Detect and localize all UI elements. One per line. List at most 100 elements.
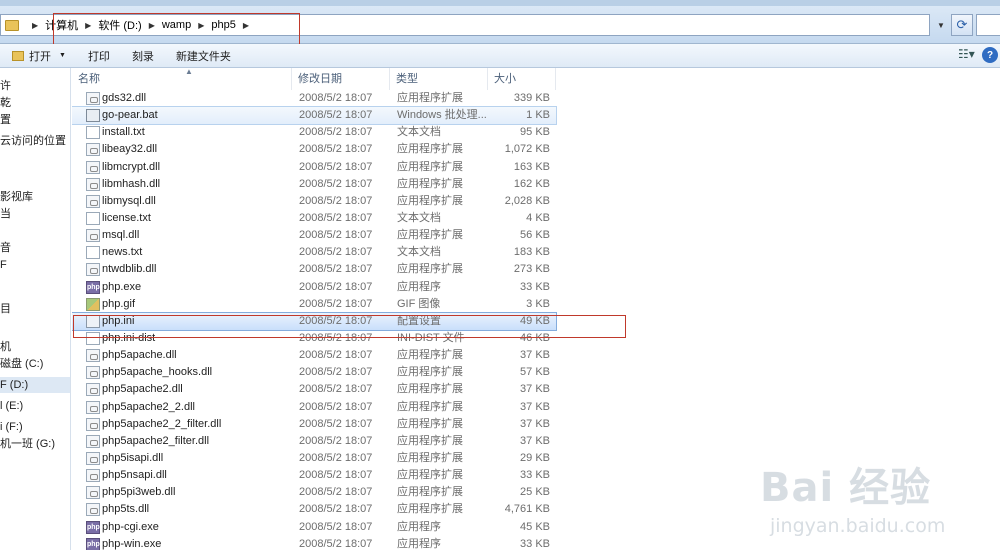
print-button[interactable]: 打印 — [88, 48, 110, 64]
dll-icon — [86, 194, 100, 208]
file-size: 37 KB — [520, 383, 550, 396]
dll-icon — [86, 366, 100, 380]
file-row[interactable]: php php-win.exe 2008/5/2 18:07 应用程序 33 KB — [72, 536, 556, 550]
file-row[interactable]: license.txt 2008/5/2 18:07 文本文档 4 KB — [72, 210, 556, 227]
file-name: php5apache2_2_filter.dll — [102, 417, 222, 430]
file-size: 25 KB — [520, 486, 550, 499]
file-name: php5ts.dll — [102, 503, 150, 516]
highlight-box-php-ini — [73, 315, 626, 338]
file-name: ntwdblib.dll — [102, 263, 157, 276]
nav-item[interactable]: 影视库 — [0, 189, 33, 205]
search-input[interactable] — [976, 14, 1000, 36]
file-modified-date: 2008/5/2 18:07 — [299, 503, 373, 516]
file-name: libmysql.dll — [102, 194, 156, 207]
nav-item[interactable]: 许 — [0, 78, 11, 94]
file-size: 45 KB — [520, 520, 550, 533]
file-row[interactable]: php5apache2_2.dll 2008/5/2 18:07 应用程序扩展 37 … — [72, 399, 556, 416]
file-row[interactable]: go-pear.bat 2008/5/2 18:07 Windows 批处理... 1… — [72, 106, 557, 126]
file-modified-date: 2008/5/2 18:07 — [299, 280, 373, 293]
breadcrumb-separator-icon[interactable]: ▶ — [32, 21, 38, 30]
file-size: 163 KB — [513, 160, 550, 173]
highlight-box-address — [53, 13, 300, 46]
file-name: php-cgi.exe — [102, 520, 159, 533]
new-folder-button[interactable]: 新建文件夹 — [176, 48, 231, 64]
dll-icon — [86, 177, 100, 191]
nav-item[interactable]: 机一班 (G:) — [0, 436, 55, 452]
nav-item[interactable]: 目 — [0, 301, 11, 317]
file-row[interactable]: php5nsapi.dll 2008/5/2 18:07 应用程序扩展 33 KB — [72, 467, 556, 484]
column-header-type[interactable]: 类型 — [390, 68, 488, 90]
file-row[interactable]: php5apache_hooks.dll 2008/5/2 18:07 应用程序扩展… — [72, 364, 556, 381]
file-row[interactable]: install.txt 2008/5/2 18:07 文本文档 95 KB — [72, 124, 556, 141]
file-modified-date: 2008/5/2 18:07 — [299, 537, 373, 550]
file-row[interactable]: ntwdblib.dll 2008/5/2 18:07 应用程序扩展 273 KB — [72, 261, 556, 278]
file-type: 应用程序扩展 — [397, 263, 463, 276]
nav-item[interactable]: 磁盘 (C:) — [0, 356, 43, 372]
file-row[interactable]: php5apache2.dll 2008/5/2 18:07 应用程序扩展 37 KB — [72, 381, 556, 398]
file-row[interactable]: news.txt 2008/5/2 18:07 文本文档 183 KB — [72, 244, 556, 261]
file-modified-date: 2008/5/2 18:07 — [299, 434, 373, 447]
txt-icon — [86, 126, 100, 140]
file-row[interactable]: php.gif 2008/5/2 18:07 GIF 图像 3 KB — [72, 296, 556, 313]
file-modified-date: 2008/5/2 18:07 — [299, 177, 373, 190]
refresh-button[interactable]: ⟳ — [951, 14, 973, 36]
file-row[interactable]: php php-cgi.exe 2008/5/2 18:07 应用程序 45 KB — [72, 519, 556, 536]
column-header-date[interactable]: 修改日期 — [292, 68, 390, 90]
file-row[interactable]: php5apache.dll 2008/5/2 18:07 应用程序扩展 37 KB — [72, 347, 556, 364]
file-row[interactable]: php5pi3web.dll 2008/5/2 18:07 应用程序扩展 25 KB — [72, 484, 556, 501]
nav-item[interactable]: 云访问的位置 — [0, 133, 66, 149]
file-name: libmcrypt.dll — [102, 160, 161, 173]
nav-item[interactable]: i (F:) — [0, 419, 23, 435]
file-row[interactable]: gds32.dll 2008/5/2 18:07 应用程序扩展 339 KB — [72, 90, 556, 107]
dll-icon — [86, 434, 100, 448]
file-modified-date: 2008/5/2 18:07 — [299, 160, 373, 173]
navigation-pane: 许乾置云访问的位置 影视库当音 F 目机磁盘 (C:) F (D:) l (E:) i (F… — [0, 68, 71, 550]
file-type: GIF 图像 — [397, 297, 441, 310]
file-row[interactable]: libeay32.dll 2008/5/2 18:07 应用程序扩展 1,072 KB — [72, 141, 556, 158]
file-size: 29 KB — [520, 451, 550, 464]
dll-icon — [86, 417, 100, 431]
file-row[interactable]: msql.dll 2008/5/2 18:07 应用程序扩展 56 KB — [72, 227, 556, 244]
nav-item[interactable]: 机 — [0, 339, 11, 355]
file-size: 33 KB — [520, 537, 550, 550]
file-row[interactable]: libmhash.dll 2008/5/2 18:07 应用程序扩展 162 KB — [72, 176, 556, 193]
file-row[interactable]: php5apache2_2_filter.dll 2008/5/2 18:07 应用… — [72, 416, 556, 433]
file-row[interactable]: libmysql.dll 2008/5/2 18:07 应用程序扩展 2,028 KB — [72, 193, 556, 210]
file-size: 1 KB — [526, 109, 550, 122]
file-row[interactable]: php5apache2_filter.dll 2008/5/2 18:07 应用程序… — [72, 433, 556, 450]
file-type: 应用程序扩展 — [397, 486, 463, 499]
burn-button[interactable]: 刻录 — [132, 48, 154, 64]
nav-item[interactable]: F (D:) — [0, 377, 70, 393]
column-header-size[interactable]: 大小 — [488, 68, 556, 90]
nav-item[interactable]: 乾 — [0, 95, 11, 111]
dll-icon — [86, 143, 100, 157]
address-history-dropdown[interactable]: ▼ — [932, 14, 950, 36]
column-header-name[interactable]: 名称 — [72, 68, 292, 90]
nav-item[interactable]: 音 — [0, 240, 11, 256]
file-modified-date: 2008/5/2 18:07 — [299, 400, 373, 413]
file-type: 应用程序扩展 — [397, 229, 463, 242]
file-modified-date: 2008/5/2 18:07 — [299, 469, 373, 482]
nav-item[interactable]: 当 — [0, 206, 11, 222]
file-name: php5pi3web.dll — [102, 486, 176, 499]
file-size: 183 KB — [513, 246, 550, 259]
file-size: 37 KB — [520, 434, 550, 447]
file-size: 56 KB — [520, 229, 550, 242]
file-row[interactable]: php5isapi.dll 2008/5/2 18:07 应用程序扩展 29 KB — [72, 450, 556, 467]
nav-item[interactable]: l (E:) — [0, 398, 23, 414]
dll-icon — [86, 400, 100, 414]
file-modified-date: 2008/5/2 18:07 — [299, 383, 373, 396]
file-row[interactable]: php php.exe 2008/5/2 18:07 应用程序 33 KB — [72, 279, 556, 296]
open-button[interactable]: 打开 ▼ — [12, 48, 66, 64]
nav-item[interactable]: F — [0, 257, 7, 273]
file-name: php5apache2_2.dll — [102, 400, 195, 413]
file-row[interactable]: libmcrypt.dll 2008/5/2 18:07 应用程序扩展 163 KB — [72, 159, 556, 176]
file-row[interactable]: php5ts.dll 2008/5/2 18:07 应用程序扩展 4,761 KB — [72, 501, 556, 518]
nav-item[interactable]: 置 — [0, 112, 11, 128]
file-size: 95 KB — [520, 126, 550, 139]
view-options-icon[interactable]: ☷▾ — [958, 47, 975, 61]
file-type: 应用程序 — [397, 520, 441, 533]
file-type: 应用程序扩展 — [397, 417, 463, 430]
file-type: 应用程序扩展 — [397, 400, 463, 413]
help-icon[interactable]: ? — [982, 47, 998, 63]
